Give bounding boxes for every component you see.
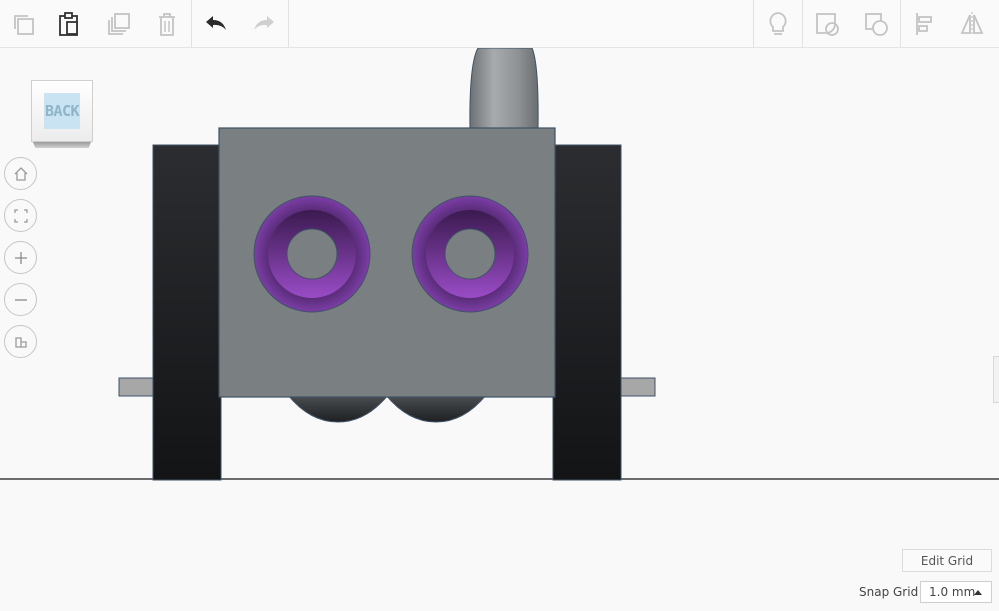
fit-view-button[interactable] [4,199,37,232]
group-shape-button[interactable] [853,0,899,47]
caret-up-icon [974,590,982,595]
light-bulb-button[interactable] [755,0,801,47]
paste-button[interactable] [46,0,92,47]
copy-button[interactable] [0,0,46,47]
view-cube[interactable]: BACK [31,80,93,142]
redo-button[interactable] [241,0,287,47]
duplicate-icon [108,12,130,35]
minus-icon [14,298,27,301]
tail-part[interactable] [469,48,539,131]
3d-viewport[interactable]: BACK [0,48,999,611]
toolbar-divider [900,0,901,47]
shape-hole-icon [816,12,839,36]
wheel-right[interactable] [552,144,622,481]
caster-ball-right[interactable] [384,394,488,423]
trash-icon [159,12,175,36]
home-icon [14,166,27,181]
snap-grid-select[interactable]: 1.0 mm [920,581,992,603]
toolbar-divider [753,0,754,47]
axle-left[interactable] [118,377,156,397]
fit-view-icon [13,208,28,223]
eye-left[interactable] [253,195,371,313]
caster-ball-left[interactable] [286,394,390,423]
eye-right[interactable] [411,195,529,313]
side-panel-toggle[interactable] [993,356,999,403]
perspective-cube-icon [14,336,27,348]
copy-icon [14,14,34,35]
hole-shape-button[interactable] [804,0,850,47]
snap-grid-value: 1.0 mm [929,585,976,599]
top-toolbar [0,0,999,48]
wheel-left[interactable] [152,144,222,481]
delete-button[interactable] [144,0,190,47]
paste-icon [59,11,78,36]
align-icon [916,12,932,35]
light-bulb-icon [769,11,787,35]
toolbar-divider [288,0,289,47]
snap-grid-label: Snap Grid [859,585,919,599]
zoom-out-button[interactable] [4,283,37,316]
plus-icon [14,251,27,264]
undo-icon [206,15,226,30]
view-cube-shadow [33,142,91,148]
toolbar-divider [802,0,803,47]
align-button[interactable] [902,0,948,47]
redo-icon [254,15,274,30]
undo-button[interactable] [193,0,239,47]
mirror-button[interactable] [949,0,995,47]
home-view-button[interactable] [4,157,37,190]
toolbar-divider [191,0,192,47]
edit-grid-button[interactable]: Edit Grid [902,549,992,572]
axle-right[interactable] [618,377,656,397]
robot-model-scene[interactable] [0,48,999,611]
perspective-toggle-button[interactable] [4,325,37,358]
zoom-in-button[interactable] [4,241,37,274]
mirror-icon [960,11,984,36]
shape-group-icon [865,12,888,36]
view-cube-back-face[interactable]: BACK [44,93,80,129]
duplicate-button[interactable] [96,0,142,47]
